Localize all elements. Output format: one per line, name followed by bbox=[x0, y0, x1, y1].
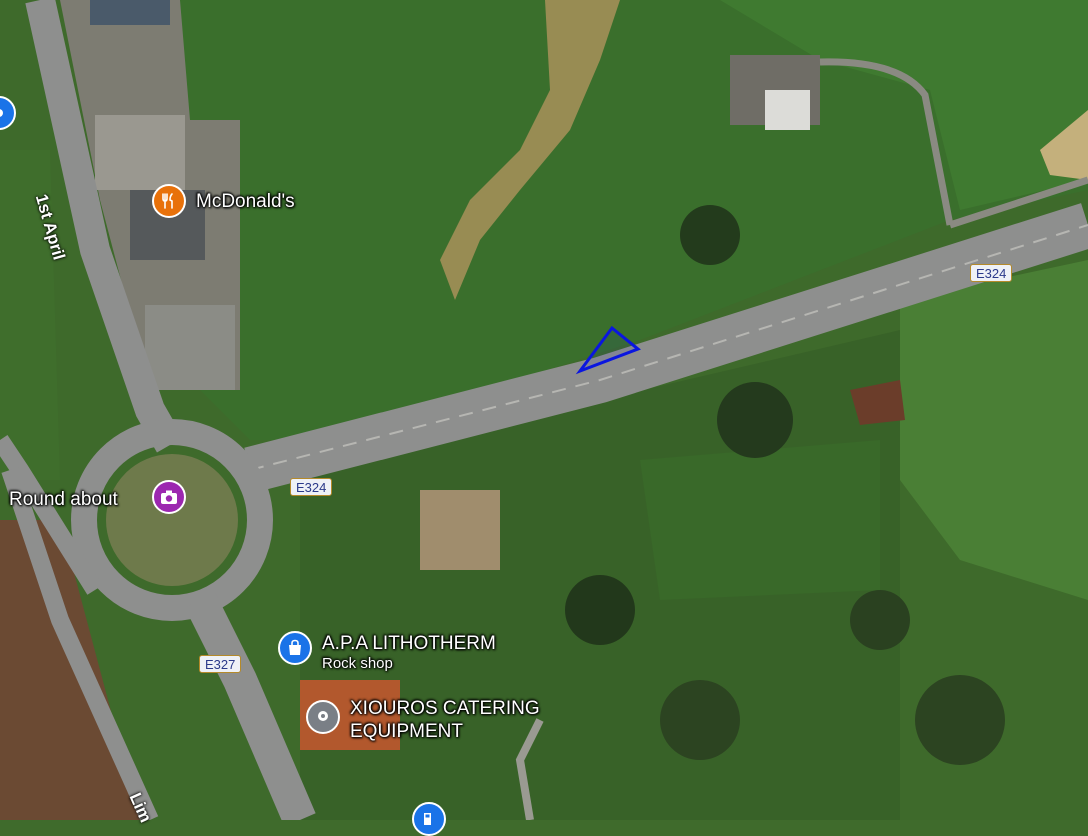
shopping-bag-icon bbox=[289, 639, 301, 655]
tree-cluster bbox=[717, 382, 793, 458]
tree-cluster bbox=[660, 680, 740, 760]
place-label-roundabout[interactable]: Round about bbox=[9, 488, 118, 511]
place-label-xiouros-line2[interactable]: EQUIPMENT bbox=[350, 720, 463, 743]
location-pin-icon bbox=[0, 109, 3, 117]
solar-roof bbox=[90, 0, 170, 25]
xiouros-pin[interactable] bbox=[306, 700, 340, 734]
tree-cluster bbox=[565, 575, 635, 645]
tree-cluster bbox=[680, 205, 740, 265]
tree-cluster bbox=[915, 675, 1005, 765]
place-subtitle-lithotherm: Rock shop bbox=[322, 655, 393, 672]
tree-cluster bbox=[850, 590, 910, 650]
white-building bbox=[765, 90, 810, 130]
place-label-mcdonalds[interactable]: McDonald's bbox=[196, 190, 295, 213]
roundabout-center bbox=[106, 454, 238, 586]
road-shield-e327: E327 bbox=[199, 655, 242, 673]
place-label-xiouros-line1[interactable]: XIOUROS CATERING bbox=[350, 697, 540, 720]
parking-lot bbox=[145, 305, 235, 390]
partial-fuel-pin[interactable] bbox=[412, 802, 446, 836]
satellite-map[interactable] bbox=[0, 0, 1088, 820]
restaurant-icon bbox=[162, 193, 173, 209]
fuel-icon bbox=[424, 813, 431, 825]
building-block bbox=[95, 115, 185, 190]
lithotherm-pin[interactable] bbox=[278, 631, 312, 665]
roundabout-pin[interactable] bbox=[152, 480, 186, 514]
road-shield-e324: E324 bbox=[970, 264, 1013, 282]
place-label-lithotherm[interactable]: A.P.A LITHOTHERM bbox=[322, 632, 496, 655]
site-south bbox=[420, 490, 500, 570]
camera-icon bbox=[161, 490, 177, 504]
mcdonalds-pin[interactable] bbox=[152, 184, 186, 218]
road-shield-e324: E324 bbox=[290, 478, 333, 496]
location-pin-icon bbox=[318, 711, 328, 721]
